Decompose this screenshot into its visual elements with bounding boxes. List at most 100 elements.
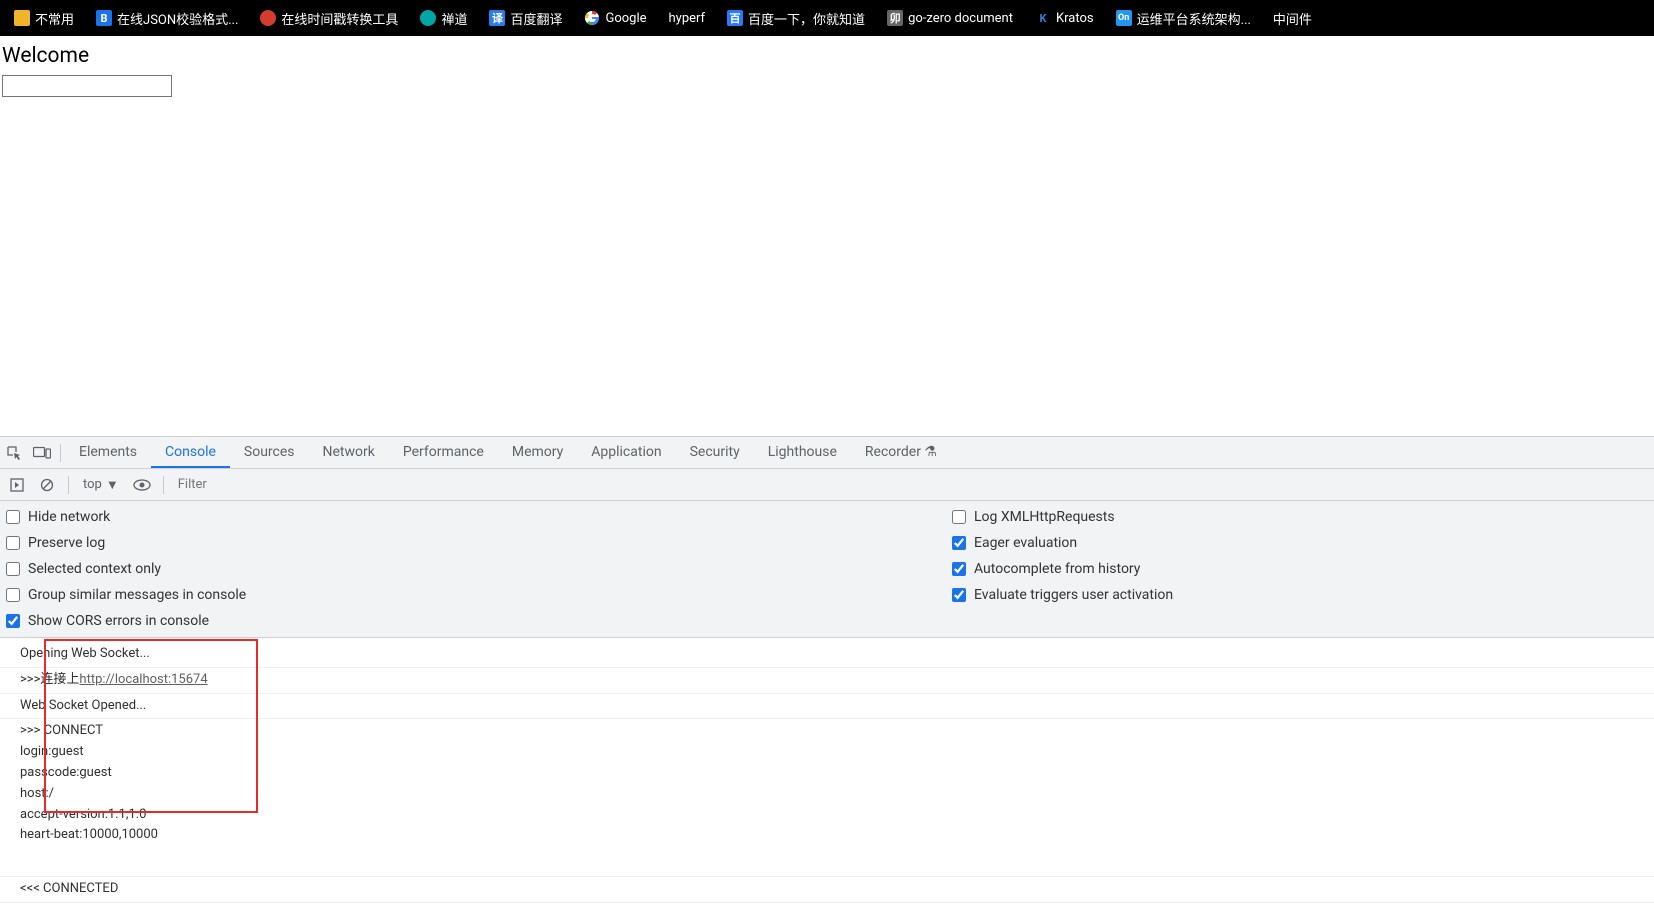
site-icon: 卯 (887, 10, 903, 26)
log-text: >>>连接上 (20, 672, 79, 687)
bookmark-item[interactable]: hyperf (661, 7, 714, 30)
tab-console[interactable]: Console (151, 438, 230, 468)
bookmark-label: 中间件 (1273, 9, 1312, 28)
folder-icon (14, 10, 30, 26)
tab-security[interactable]: Security (676, 438, 754, 468)
setting-evaluate-triggers-user-activation[interactable]: Evaluate triggers user activation (948, 587, 1177, 603)
clear-console-icon[interactable] (34, 472, 60, 498)
separator (60, 444, 61, 462)
separator (68, 476, 69, 494)
bookmark-item[interactable]: 中间件 (1265, 5, 1320, 32)
tab-network[interactable]: Network (309, 438, 389, 468)
page-content: Welcome (0, 36, 1654, 97)
setting-label: Autocomplete from history (974, 561, 1140, 577)
bookmark-item[interactable]: 百百度一下，你就知道 (719, 5, 873, 32)
setting-show-cors-errors-in-console[interactable]: Show CORS errors in console (2, 613, 948, 629)
bookmark-label: 在线JSON校验格式... (117, 9, 238, 28)
setting-hide-network[interactable]: Hide network (2, 509, 948, 525)
bookmark-item[interactable]: 禅道 (412, 5, 475, 32)
bookmark-label: Kratos (1056, 11, 1094, 26)
bookmark-label: go-zero document (908, 11, 1013, 26)
checkbox[interactable] (6, 588, 20, 602)
setting-label: Selected context only (28, 561, 161, 577)
console-log: Opening Web Socket... >>>连接上http://local… (0, 638, 1654, 903)
site-icon: 百 (727, 10, 743, 26)
page-title: Welcome (0, 44, 1654, 74)
site-icon: On (1116, 10, 1132, 26)
setting-selected-context-only[interactable]: Selected context only (2, 561, 948, 577)
bookmark-item[interactable]: 不常用 (6, 5, 82, 32)
checkbox[interactable] (6, 510, 20, 524)
tab-performance[interactable]: Performance (389, 438, 498, 468)
bookmark-label: 不常用 (35, 9, 74, 28)
bookmark-item[interactable]: K Kratos (1027, 6, 1102, 30)
console-toolbar: top ▼ (0, 469, 1654, 501)
log-entry: Opening Web Socket... (0, 642, 1654, 668)
checkbox[interactable] (952, 510, 966, 524)
site-icon: B (96, 10, 112, 26)
page-text-input[interactable] (2, 75, 172, 97)
log-entry: >>> CONNECT login:guest passcode:guest h… (0, 719, 1654, 877)
bookmark-label: 禅道 (441, 9, 467, 28)
live-expression-icon[interactable] (129, 472, 155, 498)
bookmark-item[interactable]: 译百度翻译 (481, 5, 570, 32)
setting-log-xmlhttprequests[interactable]: Log XMLHttpRequests (948, 509, 1177, 525)
google-icon (584, 10, 600, 26)
setting-label: Eager evaluation (974, 535, 1077, 551)
dropdown-icon: ▼ (106, 477, 119, 493)
checkbox[interactable] (952, 588, 966, 602)
bookmark-label: Google (605, 11, 646, 26)
setting-label: Preserve log (28, 535, 105, 551)
context-label: top (83, 477, 102, 492)
setting-autocomplete-from-history[interactable]: Autocomplete from history (948, 561, 1177, 577)
log-entry: <<< CONNECTED (0, 877, 1654, 903)
checkbox[interactable] (6, 614, 20, 628)
bookmark-label: hyperf (669, 11, 706, 26)
inspect-element-icon[interactable] (0, 439, 28, 467)
tab-lighthouse[interactable]: Lighthouse (754, 438, 851, 468)
site-icon (420, 10, 436, 26)
checkbox[interactable] (952, 536, 966, 550)
bookmark-item[interactable]: Google (576, 6, 654, 30)
tab-application[interactable]: Application (577, 438, 675, 468)
console-settings: Hide network Preserve log Selected context… (0, 501, 1654, 638)
context-selector[interactable]: top ▼ (77, 477, 125, 493)
log-entry: >>>连接上http://localhost:15674 (0, 668, 1654, 694)
site-icon: 译 (489, 10, 505, 26)
bookmark-label: 百度翻译 (510, 9, 562, 28)
setting-label: Hide network (28, 509, 110, 525)
bookmark-item[interactable]: 在线时间戳转换工具 (252, 5, 406, 32)
flask-icon: ⚗ (924, 444, 937, 460)
separator (163, 476, 164, 494)
bookmark-label: 运维平台系统架构... (1137, 9, 1251, 28)
device-toggle-icon[interactable] (28, 439, 56, 467)
bookmark-item[interactable]: B 在线JSON校验格式... (88, 5, 246, 32)
bookmark-item[interactable]: 卯 go-zero document (879, 6, 1021, 30)
bookmark-item[interactable]: On 运维平台系统架构... (1108, 5, 1259, 32)
filter-input[interactable] (172, 474, 1650, 496)
tab-sources[interactable]: Sources (230, 438, 309, 468)
setting-preserve-log[interactable]: Preserve log (2, 535, 948, 551)
devtools-panel: ElementsConsoleSourcesNetworkPerformance… (0, 436, 1654, 924)
site-icon: K (1035, 10, 1051, 26)
devtools-tabbar: ElementsConsoleSourcesNetworkPerformance… (0, 437, 1654, 469)
bookmark-label: 百度一下，你就知道 (748, 9, 865, 28)
setting-label: Log XMLHttpRequests (974, 509, 1115, 525)
checkbox[interactable] (952, 562, 966, 576)
setting-group-similar-messages-in-console[interactable]: Group similar messages in console (2, 587, 948, 603)
site-icon (260, 10, 276, 26)
log-link[interactable]: http://localhost:15674 (79, 672, 207, 687)
log-entry: Web Socket Opened... (0, 694, 1654, 720)
tab-label: Recorder (865, 444, 921, 460)
checkbox[interactable] (6, 536, 20, 550)
setting-label: Group similar messages in console (28, 587, 246, 603)
console-sidebar-toggle-icon[interactable] (4, 472, 30, 498)
tab-memory[interactable]: Memory (498, 438, 577, 468)
setting-eager-evaluation[interactable]: Eager evaluation (948, 535, 1177, 551)
checkbox[interactable] (6, 562, 20, 576)
bookmark-label: 在线时间戳转换工具 (281, 9, 398, 28)
tab-elements[interactable]: Elements (65, 438, 151, 468)
bookmark-bar: 不常用B在线JSON校验格式...在线时间戳转换工具禅道译百度翻译Googleh… (0, 0, 1654, 36)
tab-recorder[interactable]: Recorder ⚗ (851, 438, 951, 468)
setting-label: Show CORS errors in console (28, 613, 209, 629)
